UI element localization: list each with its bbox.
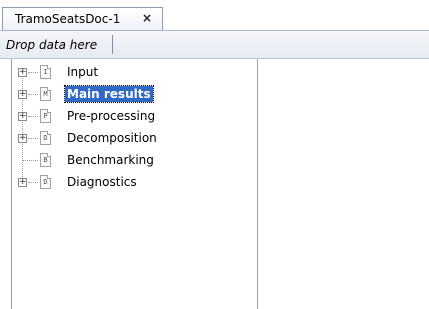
tab-title: TramoSeatsDoc-1 xyxy=(15,12,121,26)
document-icon: P xyxy=(40,109,51,123)
tree-connector xyxy=(28,182,38,183)
tree-connector xyxy=(28,116,38,117)
tree-node-input[interactable]: + I Input xyxy=(12,63,252,85)
tree-node-main-results[interactable]: + M Main results xyxy=(12,85,252,107)
tree-node-benchmarking[interactable]: B Benchmarking xyxy=(12,151,252,173)
tree-connector xyxy=(23,160,38,161)
tree-node-label[interactable]: Diagnostics xyxy=(65,174,139,190)
expand-icon[interactable]: + xyxy=(18,68,27,77)
tree-connector xyxy=(28,72,38,73)
document-icon: B xyxy=(40,153,51,167)
expand-icon[interactable]: + xyxy=(18,90,27,99)
tree-node-label[interactable]: Input xyxy=(65,64,100,80)
tab-strip: TramoSeatsDoc-1 × xyxy=(0,0,429,32)
expand-icon[interactable]: + xyxy=(18,178,27,187)
document-icon: D xyxy=(40,175,51,189)
tree-node-label[interactable]: Decomposition xyxy=(65,130,159,146)
document-icon: D xyxy=(40,131,51,145)
expand-icon[interactable]: + xyxy=(18,134,27,143)
tree-connector xyxy=(28,94,38,95)
tree-node-pre-processing[interactable]: + P Pre-processing xyxy=(12,107,252,129)
document-tab[interactable]: TramoSeatsDoc-1 × xyxy=(2,7,163,31)
tree-node-label[interactable]: Main results xyxy=(64,85,154,103)
document-icon: M xyxy=(40,87,51,101)
tree-node-decomposition[interactable]: + D Decomposition xyxy=(12,129,252,151)
data-drop-zone[interactable]: Drop data here xyxy=(0,31,429,59)
drop-zone-label: Drop data here xyxy=(6,38,98,52)
results-tree: + I Input + M Main results + P Pre-proce… xyxy=(11,59,258,309)
document-window: TramoSeatsDoc-1 × Drop data here + I Inp… xyxy=(0,0,429,309)
tree-node-diagnostics[interactable]: + D Diagnostics xyxy=(12,173,252,195)
expand-icon[interactable]: + xyxy=(18,112,27,121)
drop-zone-separator xyxy=(112,35,113,54)
tree-connector xyxy=(28,138,38,139)
document-icon: I xyxy=(40,65,51,79)
tree-node-label[interactable]: Pre-processing xyxy=(65,108,157,124)
tab-close-icon[interactable]: × xyxy=(140,11,154,25)
content-pane xyxy=(258,59,429,309)
tree-node-label[interactable]: Benchmarking xyxy=(65,152,156,168)
